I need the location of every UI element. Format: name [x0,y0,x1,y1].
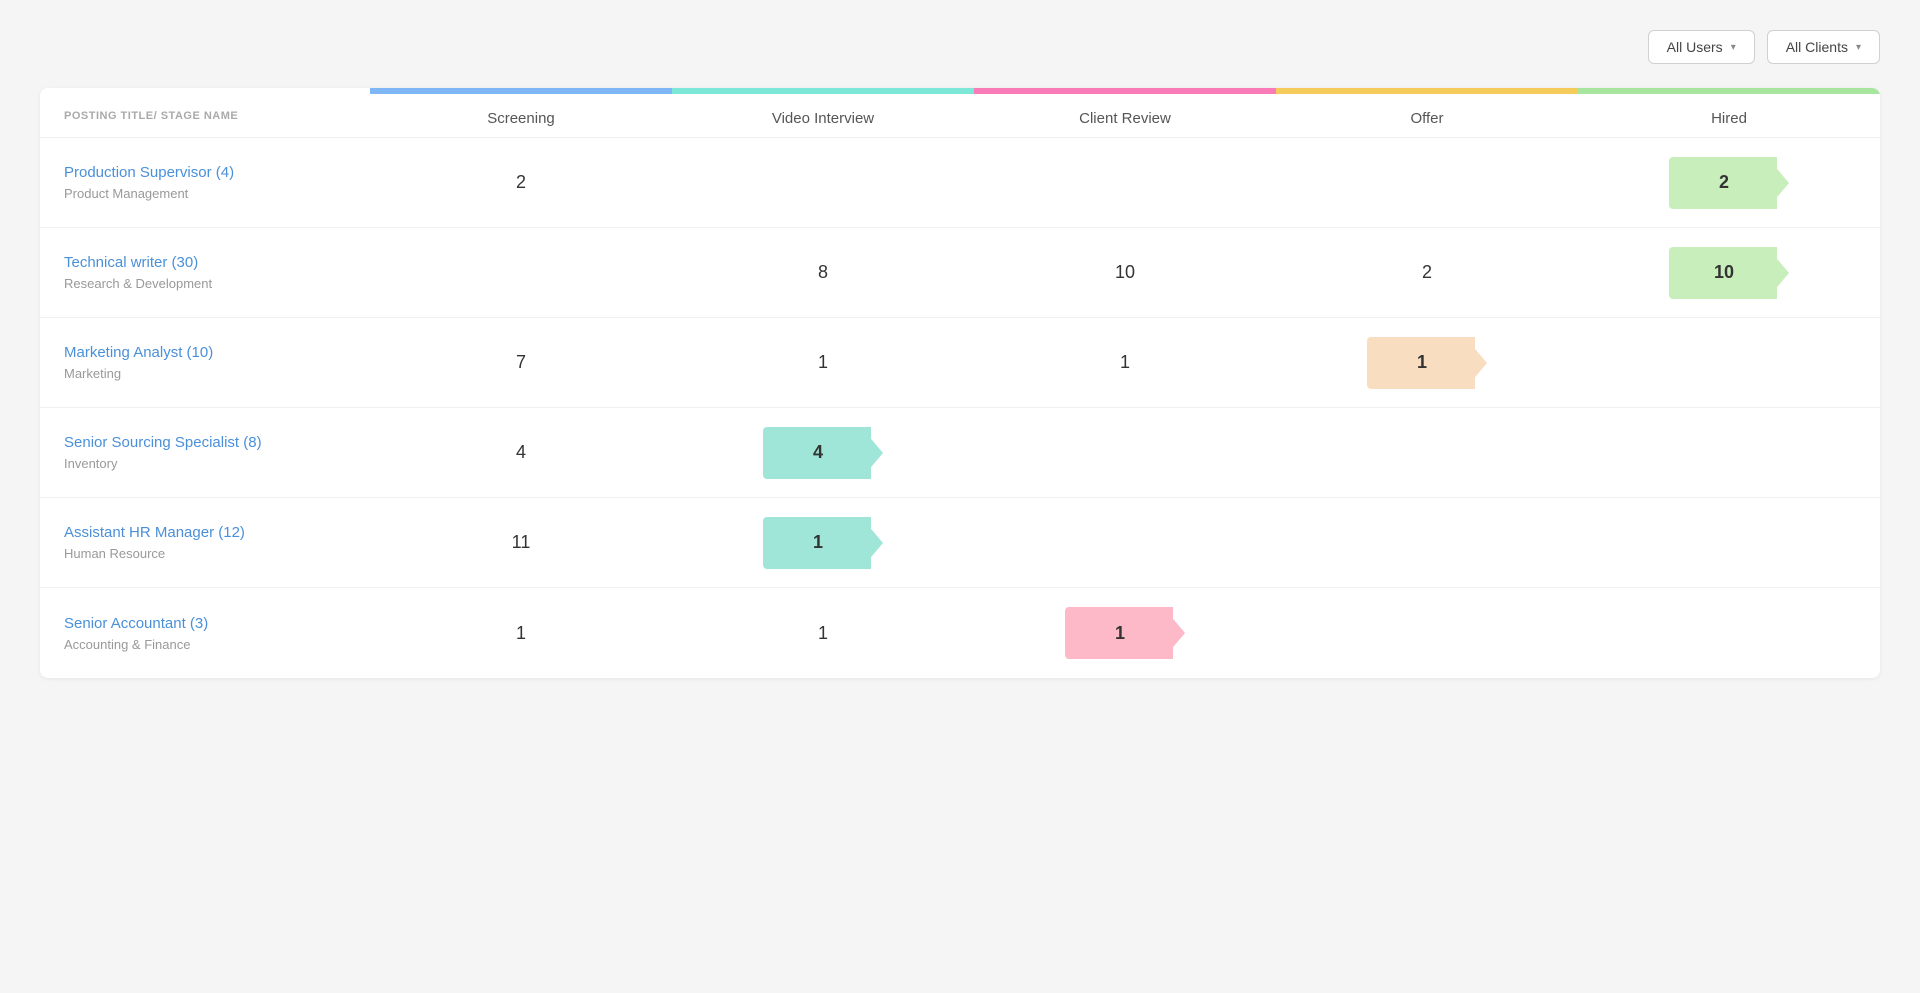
chevron-down-icon: ▾ [1856,42,1861,53]
cell-hired-1: 10 [1578,247,1880,299]
arrow-badge-offer-2: 1 [1367,337,1487,389]
color-bar-empty [40,88,370,94]
posting-dept-1: Research & Development [64,276,360,291]
posting-cell-3: Senior Sourcing Specialist (8) Inventory [40,434,370,471]
color-bar-video [672,88,974,94]
cell-offer-2: 1 [1276,337,1578,389]
cell-client_review-5: 1 [974,607,1276,659]
posting-title-1[interactable]: Technical writer (30) [64,254,198,271]
table-row: Production Supervisor (4) Product Managem… [40,138,1880,228]
header-offer: Offer [1276,110,1578,127]
header-posting-col: POSTING TITLE/ STAGE NAME [40,110,370,127]
header-hired: Hired [1578,110,1880,127]
posting-cell-5: Senior Accountant (3) Accounting & Financ… [40,615,370,652]
table-row: Marketing Analyst (10)Marketing7111 [40,318,1880,408]
posting-title-4[interactable]: Assistant HR Manager (12) [64,524,245,541]
table-body: Production Supervisor (4) Product Managem… [40,138,1880,678]
posting-dept-3: Inventory [64,456,360,471]
all-users-dropdown[interactable]: All Users ▾ [1648,30,1755,64]
all-clients-dropdown[interactable]: All Clients ▾ [1767,30,1880,64]
color-bar-offer [1276,88,1578,94]
table-row: Senior Sourcing Specialist (8) Inventory 4… [40,408,1880,498]
posting-title-0[interactable]: Production Supervisor (4) [64,164,234,181]
posting-title-5[interactable]: Senior Accountant (3) [64,615,208,632]
table-header: POSTING TITLE/ STAGE NAME Screening Vide… [40,94,1880,138]
all-users-label: All Users [1667,39,1723,55]
chevron-down-icon: ▾ [1731,42,1736,53]
cell-screening-4: 11 [370,532,672,553]
arrow-badge-video_interview-4: 1 [763,517,883,569]
table-row: Senior Accountant (3) Accounting & Financ… [40,588,1880,678]
cell-screening-2: 7 [370,352,672,373]
arrow-badge-hired-0: 2 [1669,157,1789,209]
page-container: All Users ▾ All Clients ▾ POSTING TITLE/… [0,0,1920,993]
posting-dept-0: Product Management [64,186,360,201]
color-bar-client [974,88,1276,94]
posting-cell-4: Assistant HR Manager (12) Human Resource [40,524,370,561]
posting-cell-1: Technical writer (30) Research & Developm… [40,254,370,291]
header-video: Video Interview [672,110,974,127]
cell-video_interview-3: 4 [672,427,974,479]
all-clients-label: All Clients [1786,39,1848,55]
cell-offer-1: 2 [1276,262,1578,283]
cell-screening-0: 2 [370,172,672,193]
color-bar-screening [370,88,672,94]
cell-hired-0: 2 [1578,157,1880,209]
cell-video_interview-1: 8 [672,262,974,283]
posting-title-2[interactable]: Marketing Analyst (10) [64,344,213,361]
posting-cell-0: Production Supervisor (4) Product Managem… [40,164,370,201]
table-row: Technical writer (30) Research & Developm… [40,228,1880,318]
table-row: Assistant HR Manager (12) Human Resource 1… [40,498,1880,588]
pipeline-table: POSTING TITLE/ STAGE NAME Screening Vide… [40,88,1880,678]
posting-dept-5: Accounting & Finance [64,637,360,652]
cell-screening-5: 1 [370,623,672,644]
cell-client_review-1: 10 [974,262,1276,283]
color-bar [40,88,1880,94]
cell-client_review-2: 1 [974,352,1276,373]
posting-title-3[interactable]: Senior Sourcing Specialist (8) [64,434,262,451]
posting-dept-4: Human Resource [64,546,360,561]
arrow-badge-hired-1: 10 [1669,247,1789,299]
header-client: Client Review [974,110,1276,127]
header-screening: Screening [370,110,672,127]
top-bar: All Users ▾ All Clients ▾ [40,30,1880,64]
posting-dept-2: Marketing [64,366,360,381]
cell-video_interview-4: 1 [672,517,974,569]
cell-screening-3: 4 [370,442,672,463]
color-bar-hired [1578,88,1880,94]
cell-video_interview-2: 1 [672,352,974,373]
cell-video_interview-5: 1 [672,623,974,644]
posting-cell-2: Marketing Analyst (10) Marketing [40,344,370,381]
arrow-badge-video_interview-3: 4 [763,427,883,479]
